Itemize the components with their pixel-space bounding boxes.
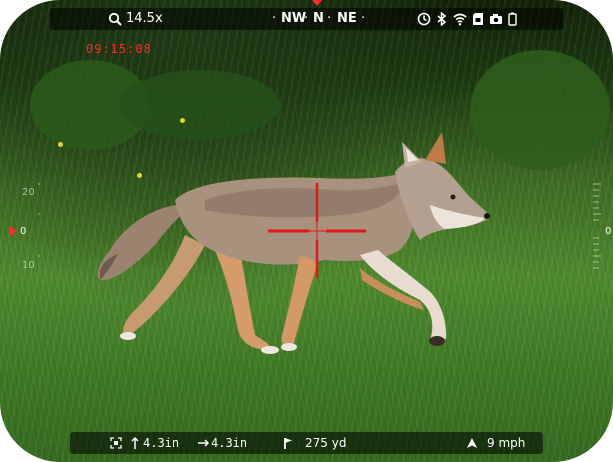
left-level-pointer-icon <box>10 226 17 236</box>
left-gauge-value: 0 <box>20 226 27 237</box>
bluetooth-icon <box>437 12 447 26</box>
compass-dot: · <box>304 11 309 26</box>
left-gauge-bottom-label: 10 <box>22 260 35 271</box>
zoom-magnifier-icon <box>108 12 122 26</box>
compass-dot: · <box>361 11 366 26</box>
right-gauge-value: 0 <box>605 226 612 237</box>
timer-icon <box>417 12 431 26</box>
wind-direction-icon <box>467 438 477 448</box>
elevation-offset: 4.3in <box>143 436 180 450</box>
range-distance: 275 yd <box>305 436 347 450</box>
scope-view: 20 0 10 0 09:15:08 <box>0 0 613 462</box>
range-flag-icon <box>284 438 292 449</box>
compass-dot: · <box>327 11 332 26</box>
compass-center: N <box>313 11 324 26</box>
zoom-level: 14.5x <box>126 11 163 26</box>
left-gauge-top-label: 20 <box>22 187 35 198</box>
compass-dot: · <box>272 11 277 26</box>
reticle <box>268 183 366 278</box>
zero-offset-icon <box>110 437 122 449</box>
windage-offset: 4.3in <box>211 436 248 450</box>
battery-icon <box>508 12 517 26</box>
compass-right: NE <box>337 11 357 26</box>
arrow-right-icon <box>198 439 209 447</box>
compass-left: NW <box>281 11 307 26</box>
wifi-icon <box>453 13 467 26</box>
wind-speed: 9 mph <box>487 436 526 450</box>
camera-icon <box>490 14 502 24</box>
clock-readout: 09:15:08 <box>86 42 152 56</box>
top-status-bar: 14.5x · NW · N · NE · <box>50 8 563 30</box>
bottom-status-bar: 4.3in 4.3in 275 yd 9 mph <box>70 432 543 454</box>
sd-card-icon <box>473 13 483 25</box>
compass-heading-marker-icon <box>312 0 322 6</box>
arrow-up-icon <box>131 437 139 449</box>
